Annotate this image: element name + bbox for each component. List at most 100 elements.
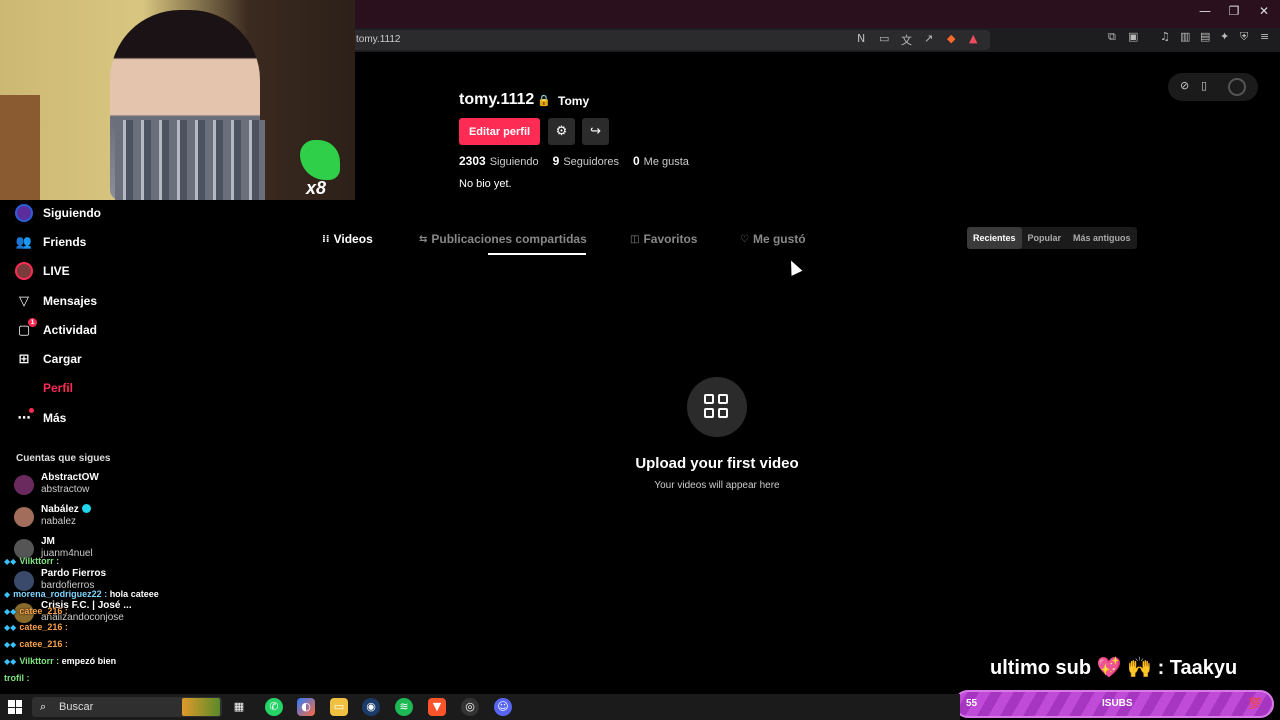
sidebar-item-messages[interactable]: ▽ Mensajes (14, 290, 97, 312)
sidebar-item-profile[interactable]: Perfil (14, 377, 73, 399)
wallet-2-icon[interactable]: ▤ (1200, 30, 1210, 43)
translate-icon[interactable]: 文 (901, 32, 912, 48)
activity-badge: 1 (28, 318, 37, 327)
sidebar-item-following[interactable]: Siguiendo (14, 202, 101, 224)
notification-dot (29, 408, 34, 413)
verified-icon (81, 504, 91, 513)
chat-message: ◆◆ catee_216 : (4, 606, 68, 616)
sidebar-item-label: Perfil (43, 381, 74, 395)
chat-message: ◆◆ Vilkttorr : (4, 556, 60, 566)
file-explorer-icon[interactable]: ▭ (330, 698, 348, 716)
sort-recent-button[interactable]: Recientes (967, 227, 1022, 249)
chat-badge-icon: ◆◆ (4, 640, 17, 649)
rewards-icon[interactable]: ▲ (969, 32, 977, 45)
maximize-button[interactable]: ❐ (1219, 4, 1249, 18)
messages-icon: ▽ (19, 293, 29, 309)
sidebar-item-more[interactable]: ⋯ Más (14, 407, 66, 429)
profile-nickname: Tomy (558, 94, 590, 108)
share-profile-button[interactable]: ↪ (582, 118, 609, 145)
close-window-button[interactable]: ✕ (1249, 4, 1279, 18)
tab-liked[interactable]: ♡ Me gustó (740, 232, 806, 246)
share-icon[interactable]: ↗ (924, 32, 933, 45)
windows-start-icon[interactable] (8, 700, 22, 714)
windows-taskbar: ⌕ Buscar ▦ ✆ ◐ ▭ ◉ ≋ ▼ ◎ ☺ (0, 694, 960, 720)
obs-icon[interactable]: ◎ (461, 698, 479, 716)
tab-indicator (488, 253, 586, 255)
spotify-icon[interactable]: ≋ (395, 698, 413, 716)
brave-icon[interactable]: ▼ (428, 698, 446, 716)
brave-shield-icon[interactable]: ◆ (947, 32, 955, 45)
chat-badge-icon: ◆◆ (4, 623, 17, 632)
menu-icon[interactable]: ≡ (1260, 30, 1269, 43)
sidebar-item-label: Mensajes (43, 294, 98, 308)
grid-icon (704, 394, 730, 420)
copilot-icon[interactable]: ◐ (297, 698, 315, 716)
sidebar-item-label: Actividad (43, 323, 98, 337)
whatsapp-icon[interactable]: ✆ (265, 698, 283, 716)
chat-message: ◆◆ Vilkttorr : empezó bien (4, 656, 117, 666)
task-view-icon[interactable]: ▦ (230, 698, 248, 716)
live-icon (14, 261, 34, 281)
followers-stat[interactable]: 9 Seguidores (553, 154, 619, 168)
extensions-icon[interactable]: ⧉ (1108, 30, 1116, 44)
wallet-icon[interactable]: ▣ (1128, 30, 1138, 43)
music-icon[interactable]: ♫ (1160, 30, 1170, 43)
sidebar-item-label: Más (43, 411, 67, 425)
compass-icon[interactable]: ⊘ (1180, 79, 1189, 92)
avatar (14, 475, 34, 495)
chat-message: trofil : (4, 673, 30, 683)
gear-icon: ⚙ (555, 124, 568, 139)
account-name: AbstractOW (41, 472, 99, 483)
url-text: tomy.1112 (356, 34, 401, 45)
share-icon: ↪ (590, 124, 601, 139)
empty-state-subtitle: Your videos will appear here (654, 480, 780, 491)
edit-profile-button[interactable]: Editar perfil (459, 118, 540, 145)
empty-state-icon (687, 377, 747, 437)
chat-message: ◆ morena_rodriguez22 : hola cateee (4, 589, 159, 599)
account-name: Pardo Fierros (41, 568, 107, 579)
sidebar-item-friends[interactable]: 👥 Friends (14, 231, 86, 253)
account-username: nabalez (41, 516, 77, 527)
following-stat[interactable]: 2303 Siguiendo (459, 154, 539, 168)
taskbar-search[interactable]: ⌕ Buscar (32, 697, 222, 717)
account-username: abstractow (41, 484, 90, 495)
sidebar-item-live[interactable]: LIVE (14, 260, 70, 282)
screenshot-icon[interactable]: ▭ (879, 32, 889, 45)
chat-badge-icon: ◆◆ (4, 557, 17, 566)
mouse-cursor (785, 258, 803, 276)
followed-account[interactable]: AbstractOW abstractow (14, 472, 99, 496)
following-accounts-title: Cuentas que sigues (16, 453, 111, 464)
url-field[interactable]: tomy.1112 N ▭ 文 ↗ ◆ ▲ (350, 30, 990, 50)
phone-icon[interactable]: ▯ (1201, 79, 1207, 92)
tab-reposts[interactable]: ⇆ Publicaciones compartidas (419, 232, 587, 246)
steam-icon[interactable]: ◉ (362, 698, 380, 716)
sort-oldest-button[interactable]: Más antiguos (1067, 227, 1137, 249)
sidebar-item-activity[interactable]: ▢ 1 Actividad (14, 318, 98, 341)
hundred-icon: 💯 (1248, 697, 1262, 710)
likes-stat: 0 Me gusta (632, 154, 689, 168)
lock-icon: 🔒 (537, 94, 551, 107)
tab-favorites[interactable]: ◫ Favoritos (630, 232, 697, 246)
minimize-button[interactable]: — (1190, 4, 1220, 18)
chat-badge-icon: ◆ (4, 590, 11, 599)
tab-videos[interactable]: ⁞⁞ Videos (322, 232, 373, 246)
avatar[interactable] (1228, 78, 1246, 96)
reader-icon[interactable]: N (857, 32, 865, 45)
profile-username: tomy.1112 (459, 91, 535, 108)
sidebar-item-label: Siguiendo (43, 206, 101, 220)
weather-icon (182, 698, 220, 716)
profile-stats: 2303 Siguiendo 9 Seguidores 0 Me gusta (459, 154, 689, 168)
sidebar-item-label: Friends (43, 235, 87, 249)
sidebar-icon[interactable]: ▥ (1180, 30, 1190, 43)
more-icon: ⋯ (14, 408, 34, 428)
sidebar-item-upload[interactable]: ⊞ Cargar (14, 348, 82, 370)
discord-icon[interactable]: ☺ (494, 698, 512, 716)
sort-popular-button[interactable]: Popular (1022, 227, 1068, 249)
profile-bio: No bio yet. (459, 178, 512, 190)
avatar (14, 571, 34, 591)
followed-account[interactable]: Nabález nabalez (14, 504, 91, 528)
ai-icon[interactable]: ✦ (1220, 30, 1229, 43)
vpn-icon[interactable]: ⛨ (1240, 30, 1248, 44)
chat-message: ◆◆ catee_216 : (4, 639, 68, 649)
settings-button[interactable]: ⚙ (548, 118, 575, 145)
